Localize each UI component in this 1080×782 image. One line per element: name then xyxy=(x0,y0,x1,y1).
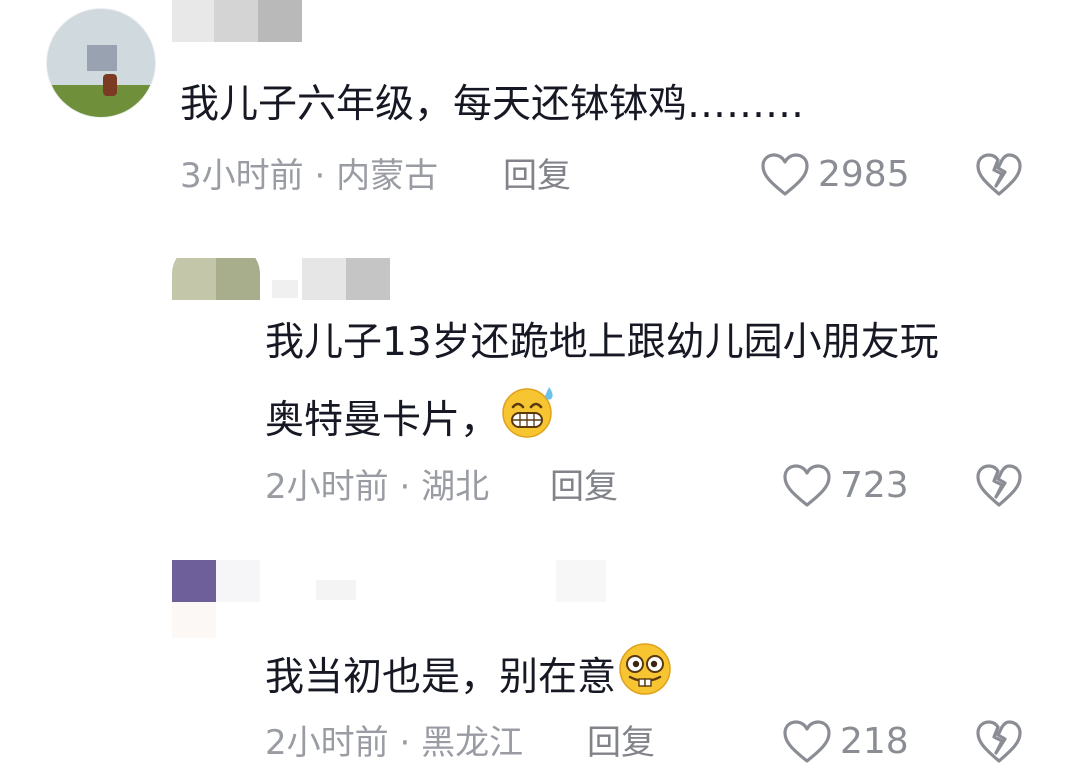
broken-heart-icon[interactable] xyxy=(975,463,1023,509)
reply-button[interactable]: 回复 xyxy=(503,154,571,198)
username-pixelated[interactable] xyxy=(172,560,606,640)
sweat-grin-emoji xyxy=(502,387,553,438)
comment-meta: 3小时前 · 内蒙古 xyxy=(180,154,438,198)
like-count: 723 xyxy=(840,465,909,506)
like-count: 218 xyxy=(840,721,909,762)
location: 湖北 xyxy=(421,467,490,507)
heart-icon xyxy=(761,153,809,196)
like-button[interactable]: 2985 xyxy=(760,152,910,198)
comment-text: 我儿子六年级，每天还钵钵鸡……… xyxy=(180,82,805,127)
avatar-pixelated[interactable] xyxy=(172,560,216,602)
heart-icon xyxy=(783,464,831,507)
comment-text-line: 我当初也是，别在意 xyxy=(265,640,674,707)
timestamp: 2小时前 xyxy=(265,467,389,507)
timestamp: 3小时前 xyxy=(180,156,304,196)
comment-text-line-2: 奥特曼卡片， xyxy=(265,383,559,450)
comment-text-line-1: 我儿子13岁还跪地上跟幼儿园小朋友玩 xyxy=(265,320,939,365)
username-pixelated[interactable] xyxy=(172,0,302,44)
heart-icon xyxy=(783,720,831,763)
comment-meta: 2小时前 · 湖北 xyxy=(265,465,489,509)
reply-button[interactable]: 回复 xyxy=(550,465,618,509)
avatar[interactable] xyxy=(46,8,156,118)
broken-heart-icon[interactable] xyxy=(975,152,1023,198)
comment-meta: 2小时前 · 黑龙江 xyxy=(265,721,523,765)
username-pixelated[interactable] xyxy=(272,258,390,300)
like-count: 2985 xyxy=(818,154,910,195)
goofy-bucktooth-emoji xyxy=(619,643,671,695)
separator: · xyxy=(399,723,411,763)
avatar-pixelated[interactable] xyxy=(172,244,260,300)
timestamp: 2小时前 xyxy=(265,723,389,763)
broken-heart-icon[interactable] xyxy=(975,719,1023,765)
separator: · xyxy=(399,467,411,507)
location: 黑龙江 xyxy=(421,723,524,763)
reply-button[interactable]: 回复 xyxy=(587,721,655,765)
like-button[interactable]: 723 xyxy=(782,463,909,509)
location: 内蒙古 xyxy=(336,156,439,196)
separator: · xyxy=(314,156,326,196)
like-button[interactable]: 218 xyxy=(782,719,909,765)
